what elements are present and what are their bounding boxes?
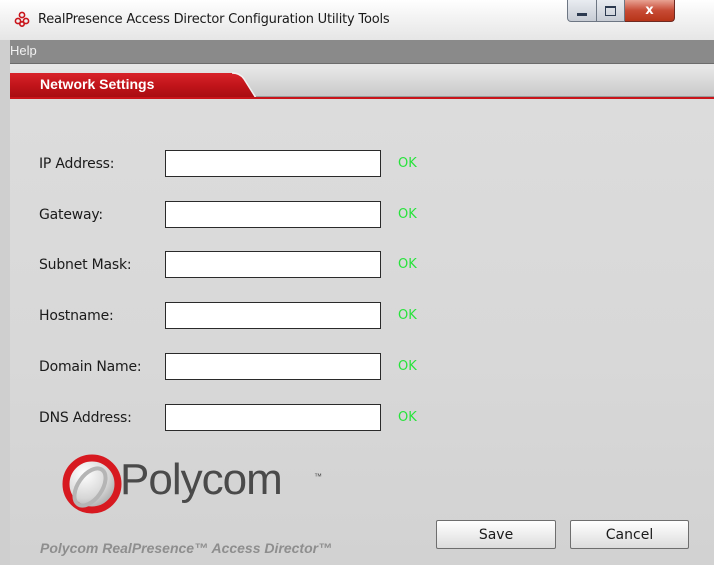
logo-trademark: ™ bbox=[314, 472, 322, 481]
gateway-input[interactable] bbox=[165, 201, 381, 228]
minimize-button[interactable] bbox=[567, 0, 597, 22]
subnet-mask-row: Subnet Mask: OK bbox=[10, 251, 714, 279]
dns-address-row: DNS Address: OK bbox=[10, 404, 714, 432]
subnet-mask-label: Subnet Mask: bbox=[39, 257, 132, 273]
hostname-input[interactable] bbox=[165, 302, 381, 329]
hostname-row: Hostname: OK bbox=[10, 302, 714, 330]
dns-address-status: OK bbox=[398, 410, 417, 425]
tab-bar: Network Settings bbox=[10, 69, 714, 98]
gateway-status: OK bbox=[398, 207, 417, 222]
domain-name-input[interactable] bbox=[165, 353, 381, 380]
domain-name-row: Domain Name: OK bbox=[10, 353, 714, 381]
ip-address-input[interactable] bbox=[165, 150, 381, 177]
subnet-mask-status: OK bbox=[398, 257, 417, 272]
menu-bar: Help bbox=[10, 40, 714, 64]
polycom-app-icon bbox=[14, 11, 30, 27]
gateway-row: Gateway: OK bbox=[10, 201, 714, 229]
domain-name-label: Domain Name: bbox=[39, 359, 142, 375]
logo-wordmark: Polycom bbox=[120, 455, 283, 504]
dns-address-input[interactable] bbox=[165, 404, 381, 431]
product-name: Polycom RealPresence™ Access Director™ bbox=[40, 540, 333, 556]
hostname-label: Hostname: bbox=[39, 308, 114, 324]
ip-address-status: OK bbox=[398, 156, 417, 171]
menu-help[interactable]: Help bbox=[10, 43, 37, 58]
close-button[interactable]: x bbox=[625, 0, 675, 22]
maximize-button[interactable] bbox=[597, 0, 625, 22]
dns-address-label: DNS Address: bbox=[39, 410, 132, 426]
save-button[interactable]: Save bbox=[436, 520, 556, 549]
domain-name-status: OK bbox=[398, 359, 417, 374]
subnet-mask-input[interactable] bbox=[165, 251, 381, 278]
close-icon: x bbox=[645, 3, 654, 18]
window-controls: x bbox=[567, 0, 675, 24]
tab-label: Network Settings bbox=[40, 76, 155, 92]
hostname-status: OK bbox=[398, 308, 417, 323]
ip-address-label: IP Address: bbox=[39, 156, 115, 172]
gateway-label: Gateway: bbox=[39, 207, 103, 223]
minimize-icon bbox=[577, 13, 587, 16]
ip-address-row: IP Address: OK bbox=[10, 150, 714, 178]
title-bar: RealPresence Access Director Configurati… bbox=[0, 0, 714, 40]
window-title: RealPresence Access Director Configurati… bbox=[38, 12, 390, 27]
maximize-icon bbox=[605, 5, 616, 16]
cancel-button[interactable]: Cancel bbox=[570, 520, 689, 549]
